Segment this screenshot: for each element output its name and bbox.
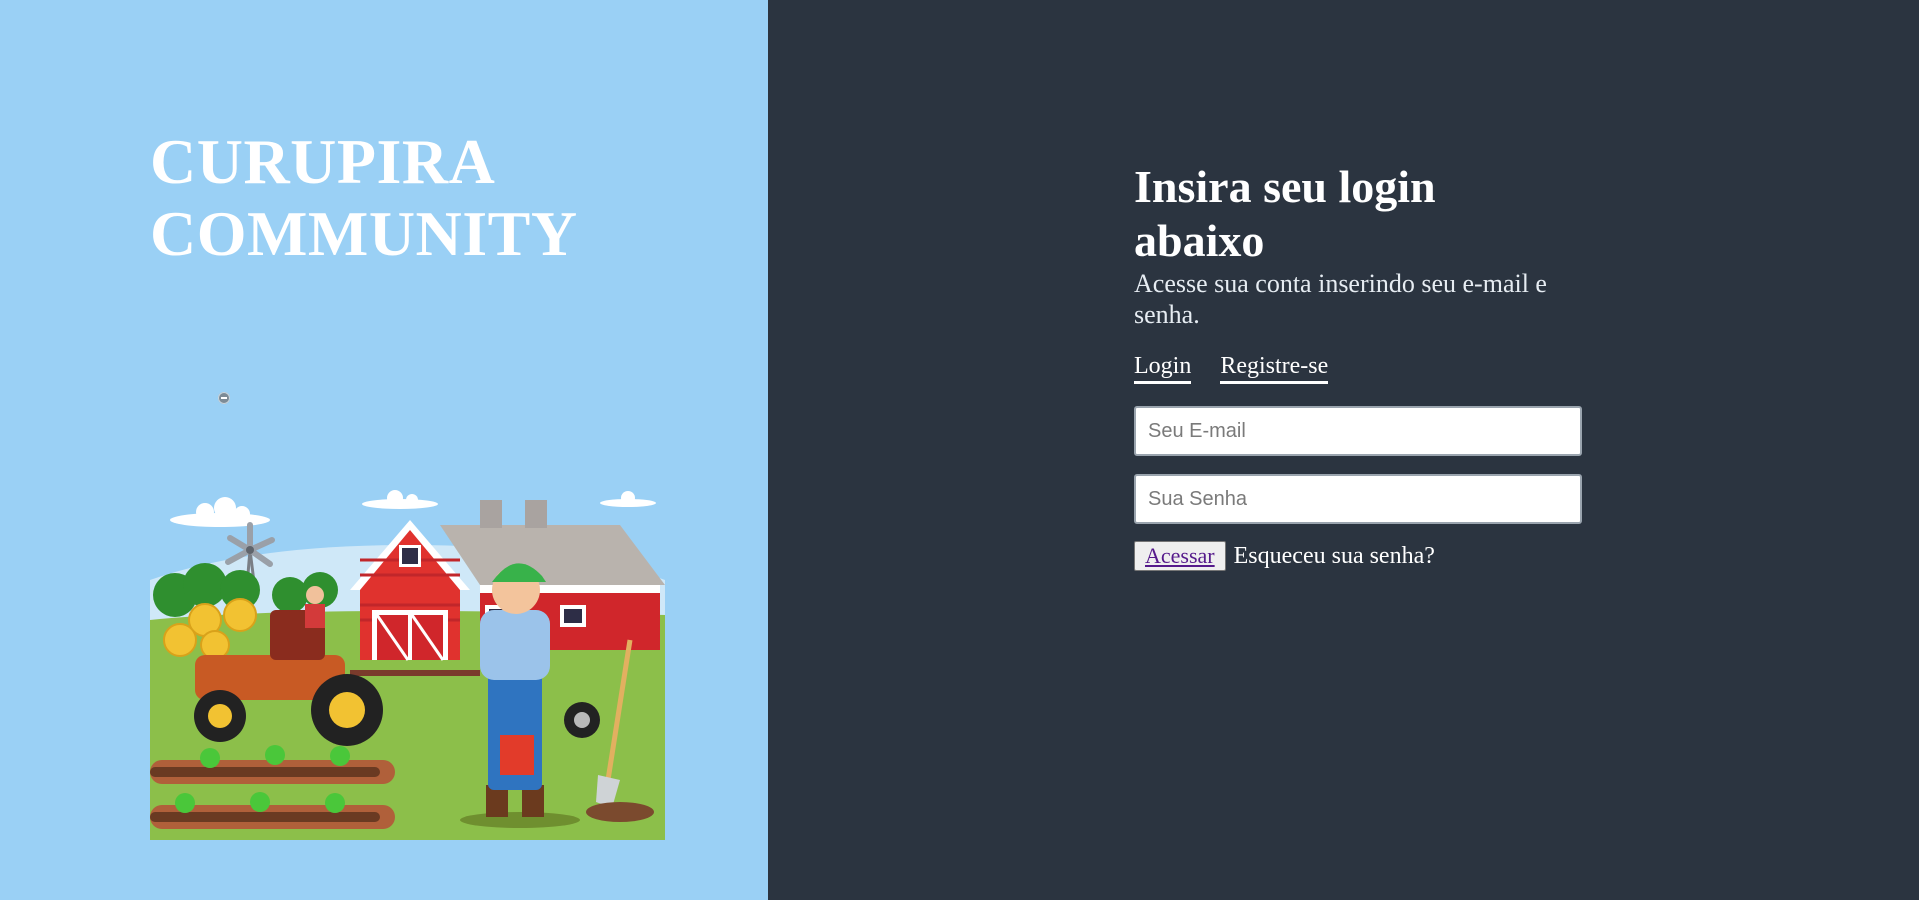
login-subtitle: Acesse sua conta inserindo seu e-mail e … — [1134, 269, 1547, 329]
auth-tabs: Login Registre-se — [1134, 352, 1584, 384]
tab-login[interactable]: Login — [1134, 352, 1192, 384]
broken-image-icon — [218, 392, 230, 404]
brand-title: CURUPIRA COMMUNITY — [150, 126, 578, 270]
farm-illustration — [150, 490, 665, 840]
left-panel: CURUPIRA COMMUNITY — [0, 0, 768, 900]
login-form: Insira seu login abaixo Acesse sua conta… — [1134, 160, 1584, 571]
tab-register[interactable]: Registre-se — [1220, 352, 1329, 384]
form-actions: Acessar Esqueceu sua senha? — [1134, 541, 1584, 571]
submit-button[interactable]: Acessar — [1134, 541, 1226, 571]
brand-line-1: CURUPIRA — [150, 126, 496, 197]
brand-line-2: COMMUNITY — [150, 198, 578, 269]
forgot-password-link[interactable]: Esqueceu sua senha? — [1234, 543, 1435, 570]
password-field[interactable] — [1134, 474, 1582, 524]
email-field[interactable] — [1134, 406, 1582, 456]
login-title: Insira seu login abaixo — [1134, 161, 1436, 266]
